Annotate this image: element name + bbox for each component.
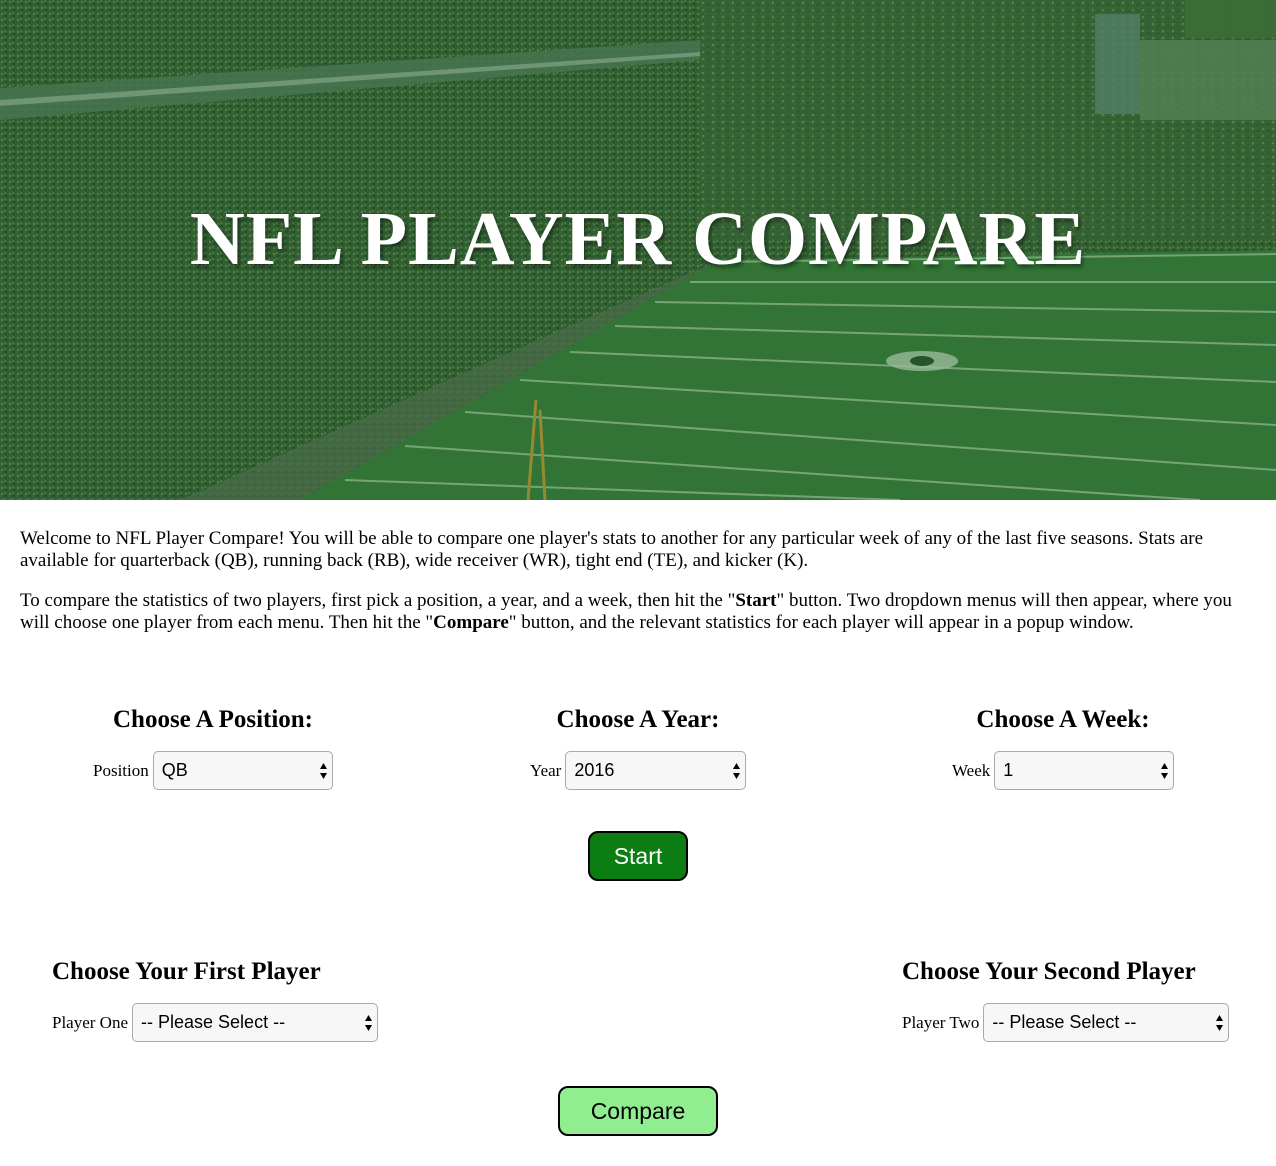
intro-paragraph-1: Welcome to NFL Player Compare! You will … (20, 528, 1204, 571)
select-arrows-icon (320, 763, 327, 779)
intro-compare-keyword: Compare (433, 612, 509, 633)
week-heading: Choose A Week: (976, 706, 1150, 733)
year-select-value: 2016 (574, 760, 615, 780)
player-two-section: Choose Your Second Player Player Two -- … (902, 957, 1232, 1042)
position-select[interactable]: QB (152, 751, 333, 790)
week-section: Choose A Week: Week 1 (952, 705, 1174, 790)
intro-paragraph-2: To compare the statistics of two players… (20, 590, 1256, 634)
player-one-section: Choose Your First Player Player One -- P… (52, 957, 382, 1042)
select-arrows-icon (1161, 763, 1168, 779)
select-arrows-icon (733, 763, 740, 779)
year-select[interactable]: 2016 (565, 751, 746, 790)
player-two-select[interactable]: -- Please Select -- (983, 1003, 1230, 1042)
position-select-value: QB (161, 760, 188, 780)
year-section: Choose A Year: Year 2016 (530, 705, 746, 790)
year-field: Year 2016 (530, 751, 746, 790)
week-select[interactable]: 1 (994, 751, 1174, 790)
player-one-heading: Choose Your First Player (52, 958, 321, 985)
select-arrows-icon (365, 1015, 373, 1031)
start-button[interactable]: Start (588, 831, 688, 881)
player-one-label: Player One (52, 1012, 129, 1032)
player-one-select[interactable]: -- Please Select -- (132, 1003, 379, 1042)
year-heading: Choose A Year: (556, 706, 720, 733)
player-two-heading: Choose Your Second Player (902, 958, 1196, 985)
position-label: Position (93, 760, 149, 780)
page-title: NFL PLAYER COMPARE (189, 197, 1087, 281)
week-field: Week 1 (952, 751, 1174, 790)
intro-start-keyword: Start (735, 590, 777, 611)
intro-text-part: " button, and the relevant statistics fo… (508, 612, 1134, 633)
week-select-value: 1 (1003, 760, 1014, 780)
week-label: Week (952, 760, 991, 780)
hero-banner: NFL PLAYER COMPARE (0, 0, 1276, 500)
intro-text-part: To compare the statistics of two players… (20, 590, 736, 611)
player-one-select-value: -- Please Select -- (141, 1012, 286, 1032)
position-heading: Choose A Position: (112, 706, 314, 733)
player-two-label: Player Two (902, 1012, 980, 1032)
player-two-select-value: -- Please Select -- (992, 1012, 1137, 1032)
select-arrows-icon (1216, 1015, 1224, 1031)
compare-button[interactable]: Compare (558, 1086, 718, 1136)
year-label: Year (530, 760, 562, 780)
position-section: Choose A Position: Position QB (93, 705, 333, 790)
intro-text: Welcome to NFL Player Compare! You will … (0, 500, 1276, 634)
player-one-field: Player One -- Please Select -- (52, 1003, 382, 1042)
player-two-field: Player Two -- Please Select -- (902, 1003, 1232, 1042)
position-field: Position QB (93, 751, 333, 790)
